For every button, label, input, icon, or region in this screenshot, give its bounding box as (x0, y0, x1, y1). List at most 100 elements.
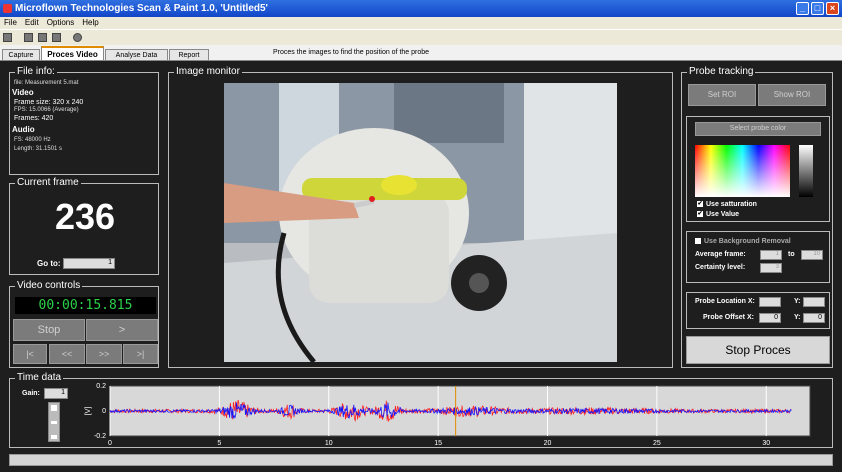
stop-button[interactable]: Stop (13, 319, 85, 341)
time-data-label: Time data (15, 372, 64, 384)
app-icon (3, 4, 12, 13)
video-controls-group: Video controls 00:00:15.815 Stop > |< <<… (9, 280, 159, 368)
probe-offset-x-input[interactable]: 0 (759, 313, 781, 323)
probe-offset-y-input[interactable]: 0 (803, 313, 825, 323)
use-background-removal-checkbox[interactable]: Use Background Removal (695, 238, 791, 245)
y-axis-label: [V] (85, 407, 92, 416)
to-label: to (788, 251, 795, 258)
gain-input[interactable]: 1 (44, 388, 68, 399)
show-roi-button[interactable]: Show ROI (758, 84, 826, 106)
x-tick-label: 20 (544, 440, 552, 447)
video-controls-label: Video controls (15, 280, 83, 292)
menu-edit[interactable]: Edit (25, 18, 39, 27)
x-tick-label: 0 (108, 440, 112, 447)
title-bar: Microflown Technologies Scan & Paint 1.0… (0, 0, 842, 17)
gain-slider-down-icon (51, 435, 57, 439)
current-frame-label: Current frame (15, 177, 81, 189)
probe-tracking-group: Probe tracking Set ROI Show ROI Select p… (681, 66, 833, 368)
x-tick-label: 5 (217, 440, 221, 447)
hue-saturation-picker[interactable] (695, 145, 790, 197)
average-frame-label: Average frame: (695, 251, 746, 258)
checkmark-icon: ✔ (697, 211, 703, 218)
probe-offset-x-label: Probe Offset X: (703, 314, 754, 321)
x-tick-label: 10 (325, 440, 333, 447)
frame-number: 236 (54, 196, 116, 237)
average-to-input[interactable]: 10 (801, 250, 823, 260)
maximize-button[interactable]: □ (811, 2, 824, 15)
gain-slider[interactable] (48, 402, 60, 442)
gain-label: Gain: (22, 390, 40, 397)
fps: FPS: 15.0066 (Average) (14, 107, 79, 113)
probe-color-panel: Select probe color ✔ Use satturation ✔ Use… (686, 116, 830, 222)
image-monitor-group: Image monitor (168, 66, 673, 368)
goto-input[interactable]: 1 (63, 258, 115, 269)
audio-header: Audio (12, 125, 35, 134)
open-file-icon[interactable] (38, 33, 47, 42)
tab-bar: Capture Proces Video Analyse Data Report… (0, 45, 842, 61)
average-from-input[interactable]: 1 (760, 250, 782, 260)
y-tick-label: 0 (102, 408, 106, 415)
gain-slider-thumb[interactable] (51, 421, 57, 424)
probe-location-panel: Probe Location X: Y: Probe Offset X: 0 Y… (686, 292, 830, 329)
value-slider[interactable] (799, 145, 813, 197)
goto-label: Go to: (37, 259, 61, 268)
forward-button[interactable]: >> (86, 344, 122, 364)
select-probe-color-button[interactable]: Select probe color (695, 122, 821, 136)
time-data-group: Time data Gain: 1 0 5 10 15 20 25 30 0.2 0 -0.2 [V… (9, 372, 833, 448)
set-roi-button[interactable]: Set ROI (688, 84, 756, 106)
audio-length: Length: 31.1501 s (14, 146, 63, 152)
frame-size: Frame size: 320 x 240 (14, 99, 84, 106)
last-frame-button[interactable]: >| (123, 344, 158, 364)
record-icon[interactable] (73, 33, 82, 42)
file-info-label: File info: (15, 66, 57, 78)
current-frame-group: Current frame 236 Go to: 1 (9, 177, 159, 275)
minimize-button[interactable]: _ (796, 2, 809, 15)
y-tick-label: 0.2 (96, 383, 106, 390)
use-value-label: Use Value (706, 211, 740, 218)
save-icon[interactable] (52, 33, 61, 42)
menu-options[interactable]: Options (47, 18, 75, 27)
probe-location-x-label: Probe Location X: (695, 298, 755, 305)
x-tick-label: 30 (762, 440, 770, 447)
menu-help[interactable]: Help (82, 18, 98, 27)
y-tick-label: -0.2 (94, 433, 106, 440)
checkmark-icon: ✔ (697, 201, 703, 208)
status-bar (9, 454, 833, 466)
video-frame-image (224, 83, 617, 362)
rewind-button[interactable]: << (49, 344, 85, 364)
time-data-chart: 0 5 10 15 20 25 300.20-0.2[V] (85, 383, 811, 447)
use-background-removal-label: Use Background Removal (704, 238, 791, 245)
window-title: Microflown Technologies Scan & Paint 1.0… (15, 3, 268, 14)
background-removal-panel: Use Background Removal Average frame: 1 … (686, 231, 830, 283)
use-saturation-checkbox[interactable]: ✔ Use satturation (697, 201, 757, 208)
x-tick-label: 25 (653, 440, 661, 447)
tab-proces-video[interactable]: Proces Video (41, 46, 104, 61)
certainty-level-label: Certainty level: (695, 264, 746, 271)
video-header: Video (12, 88, 34, 97)
certainty-level-input[interactable]: 3 (760, 263, 782, 273)
timecode-display: 00:00:15.815 (15, 297, 156, 314)
file-name: file: Measurement 5.mat (14, 80, 79, 86)
file-info-group: File info: file: Measurement 5.mat Video… (9, 66, 159, 175)
new-file-icon[interactable] (24, 33, 33, 42)
probe-tracking-label: Probe tracking (687, 66, 756, 78)
probe-location-y-value (803, 297, 825, 307)
menu-bar: File Edit Options Help (0, 17, 842, 29)
use-value-checkbox[interactable]: ✔ Use Value (697, 211, 739, 218)
probe-offset-y-label: Y: (794, 314, 801, 321)
sample-rate: FS: 48000 Hz (14, 137, 51, 143)
x-tick-label: 15 (434, 440, 442, 447)
image-monitor-label: Image monitor (174, 66, 242, 78)
probe-location-x-value (759, 297, 781, 307)
first-frame-button[interactable]: |< (13, 344, 47, 364)
menu-file[interactable]: File (4, 18, 17, 27)
stop-proces-button[interactable]: Stop Proces (686, 336, 830, 364)
tab-description: Proces the images to find the position o… (273, 49, 430, 56)
frames-count: Frames: 420 (14, 115, 54, 122)
gain-slider-up-icon (51, 405, 57, 411)
use-saturation-label: Use satturation (706, 201, 757, 208)
open-folder-icon[interactable] (3, 33, 12, 42)
close-button[interactable]: × (826, 2, 839, 15)
checkbox-icon (695, 238, 701, 245)
play-button[interactable]: > (86, 319, 158, 341)
